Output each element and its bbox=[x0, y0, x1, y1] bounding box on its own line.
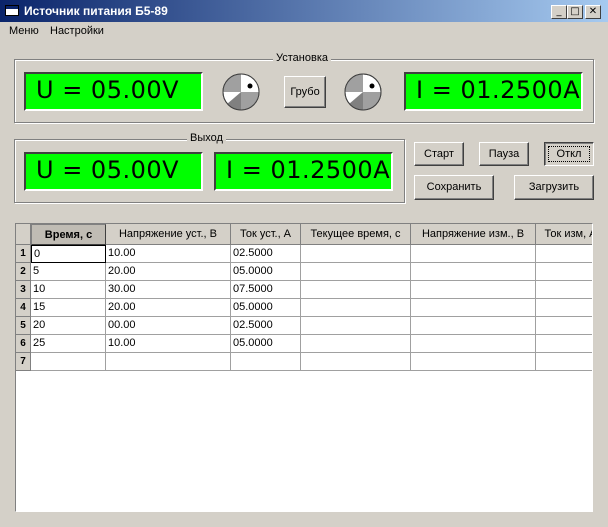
column-header-current-measured[interactable]: Ток изм, А bbox=[536, 224, 592, 245]
column-header-current-set[interactable]: Ток уст., А bbox=[231, 224, 301, 245]
title-bar: Источник питания Б5-89 _ □ ✕ bbox=[0, 0, 608, 22]
table-cell[interactable] bbox=[411, 263, 536, 281]
table-cell[interactable] bbox=[411, 281, 536, 299]
minimize-button[interactable]: _ bbox=[551, 5, 567, 19]
off-button-label: Откл bbox=[556, 148, 582, 160]
current-knob[interactable] bbox=[344, 73, 382, 111]
table-cell[interactable] bbox=[31, 353, 106, 371]
table-cell[interactable] bbox=[231, 353, 301, 371]
column-header-voltage-set[interactable]: Напряжение уст., В bbox=[106, 224, 231, 245]
maximize-button[interactable]: □ bbox=[567, 5, 583, 19]
setup-voltage-display: U = 05.00V bbox=[24, 72, 203, 111]
table-cell[interactable]: 5 bbox=[31, 263, 106, 281]
row-header[interactable]: 2 bbox=[16, 263, 31, 281]
setup-group-label: Установка bbox=[273, 52, 331, 64]
table-cell[interactable]: 05.0000 bbox=[231, 335, 301, 353]
table-cell[interactable]: 30.00 bbox=[106, 281, 231, 299]
load-button-label: Загрузить bbox=[528, 181, 580, 193]
column-header-current-time[interactable]: Текущее время, с bbox=[301, 224, 411, 245]
pause-button[interactable]: Пауза bbox=[479, 142, 529, 166]
menu-item-menu[interactable]: Меню bbox=[9, 25, 39, 37]
menu-item-settings[interactable]: Настройки bbox=[50, 25, 104, 37]
table-cell[interactable]: 05.0000 bbox=[231, 263, 301, 281]
row-header[interactable]: 5 bbox=[16, 317, 31, 335]
table-cell[interactable]: 02.5000 bbox=[231, 317, 301, 335]
column-header-time[interactable]: Время, с bbox=[31, 224, 106, 245]
column-header-voltage-measured[interactable]: Напряжение изм., В bbox=[411, 224, 536, 245]
close-button[interactable]: ✕ bbox=[585, 5, 601, 19]
save-button-label: Сохранить bbox=[426, 181, 482, 193]
table-cell[interactable]: 15 bbox=[31, 299, 106, 317]
app-window-icon bbox=[5, 5, 19, 16]
table-cell[interactable] bbox=[301, 335, 411, 353]
output-current-display: I = 01.2500A bbox=[214, 152, 393, 191]
row-header[interactable]: 7 bbox=[16, 353, 31, 371]
table-cell[interactable] bbox=[301, 281, 411, 299]
start-button[interactable]: Старт bbox=[414, 142, 464, 166]
table-cell[interactable] bbox=[301, 353, 411, 371]
setup-current-display: I = 01.2500A bbox=[404, 72, 583, 111]
table-cell[interactable] bbox=[301, 299, 411, 317]
row-header[interactable]: 1 bbox=[16, 245, 31, 263]
table-cell[interactable] bbox=[536, 299, 592, 317]
table-cell[interactable]: 20 bbox=[31, 317, 106, 335]
output-voltage-display: U = 05.00V bbox=[24, 152, 203, 191]
table-corner bbox=[16, 224, 31, 245]
table-cell[interactable]: 20.00 bbox=[106, 263, 231, 281]
table-cell[interactable]: 10.00 bbox=[106, 245, 231, 263]
table-cell[interactable]: 25 bbox=[31, 335, 106, 353]
pause-button-label: Пауза bbox=[488, 148, 520, 160]
table-cell[interactable] bbox=[411, 299, 536, 317]
table-cell[interactable] bbox=[536, 263, 592, 281]
coarse-button-label: Грубо bbox=[290, 86, 320, 98]
table-cell[interactable]: 10 bbox=[31, 281, 106, 299]
row-header[interactable]: 6 bbox=[16, 335, 31, 353]
table-cell[interactable]: 10.00 bbox=[106, 335, 231, 353]
output-group-label: Выход bbox=[187, 132, 226, 144]
off-button[interactable]: Откл bbox=[544, 142, 594, 166]
start-button-label: Старт bbox=[424, 148, 454, 160]
table-cell[interactable]: 02.5000 bbox=[231, 245, 301, 263]
voltage-knob[interactable] bbox=[222, 73, 260, 111]
table-cell[interactable] bbox=[106, 353, 231, 371]
menu-bar: Меню Настройки bbox=[0, 22, 608, 41]
table-cell[interactable]: 07.5000 bbox=[231, 281, 301, 299]
table-cell[interactable]: 05.0000 bbox=[231, 299, 301, 317]
table-cell[interactable] bbox=[411, 245, 536, 263]
table-cell[interactable] bbox=[536, 353, 592, 371]
table-cell[interactable] bbox=[536, 281, 592, 299]
table-cell[interactable] bbox=[536, 245, 592, 263]
load-button[interactable]: Загрузить bbox=[514, 175, 594, 200]
table-cell[interactable]: 0 bbox=[31, 245, 106, 263]
table-cell[interactable] bbox=[411, 335, 536, 353]
table-cell[interactable] bbox=[301, 245, 411, 263]
coarse-button[interactable]: Грубо bbox=[284, 76, 326, 108]
program-table[interactable]: Время, с Напряжение уст., В Ток уст., А … bbox=[15, 223, 593, 512]
row-header[interactable]: 3 bbox=[16, 281, 31, 299]
table-cell[interactable] bbox=[301, 263, 411, 281]
table-cell[interactable] bbox=[411, 353, 536, 371]
table-cell[interactable] bbox=[536, 317, 592, 335]
window-title: Источник питания Б5-89 bbox=[24, 4, 168, 18]
table-cell[interactable]: 00.00 bbox=[106, 317, 231, 335]
table-cell[interactable] bbox=[536, 335, 592, 353]
table-cell[interactable] bbox=[411, 317, 536, 335]
table-cell[interactable]: 20.00 bbox=[106, 299, 231, 317]
table-cell[interactable] bbox=[301, 317, 411, 335]
row-header[interactable]: 4 bbox=[16, 299, 31, 317]
save-button[interactable]: Сохранить bbox=[414, 175, 494, 200]
